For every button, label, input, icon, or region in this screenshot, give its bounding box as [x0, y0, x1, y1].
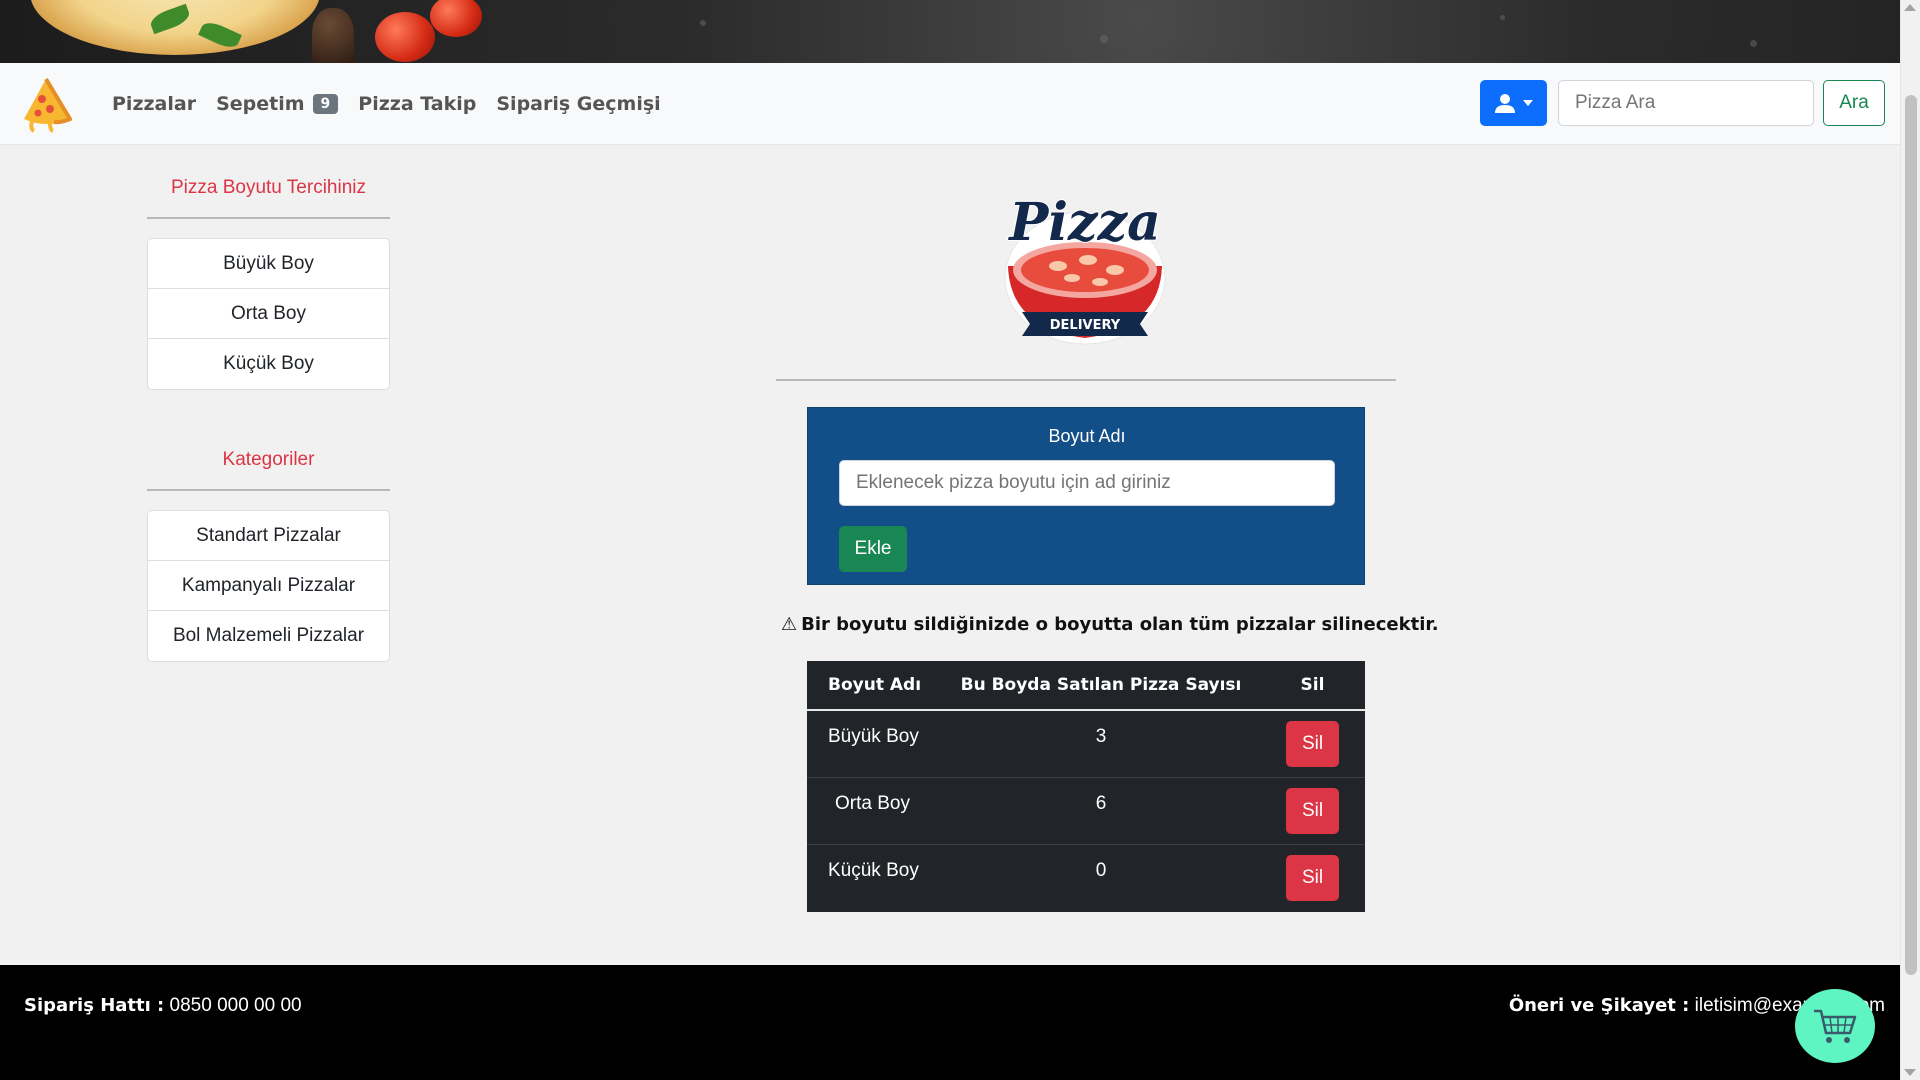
column-header-delete: Sil — [1300, 675, 1325, 695]
size-item-kucuk[interactable]: Küçük Boy — [148, 339, 389, 389]
hero-banner — [0, 0, 1900, 63]
page-scrollbar[interactable] — [1900, 0, 1920, 1080]
nav-link-pizzalar[interactable]: Pizzalar — [112, 93, 196, 115]
category-section: Kategoriler Standart Pizzalar Kampanyalı… — [147, 417, 390, 662]
footer: Sipariş Hattı : 0850 000 00 00 Öneri ve … — [0, 965, 1900, 1080]
delete-button[interactable]: Sil — [1286, 855, 1339, 901]
add-size-form: Boyut Adı Ekle — [807, 407, 1365, 585]
order-line: Sipariş Hattı : 0850 000 00 00 — [24, 995, 302, 1017]
order-line-phone: 0850 000 00 00 — [169, 995, 302, 1016]
pizza-slice-icon[interactable] — [20, 75, 73, 133]
size-section-title: Pizza Boyutu Tercihiniz — [147, 145, 390, 219]
order-line-label: Sipariş Hattı : — [24, 995, 165, 1016]
table-row: Orta Boy 6 Sil — [807, 778, 1365, 845]
nav-link-sepetim[interactable]: Sepetim 9 — [216, 93, 339, 115]
nav-link-label: Pizza Takip — [358, 93, 477, 115]
size-name-cell: Küçük Boy — [828, 860, 919, 881]
delete-button[interactable]: Sil — [1286, 788, 1339, 834]
user-icon — [1494, 94, 1515, 113]
sold-count-cell: 0 — [1095, 860, 1107, 881]
table-row: Küçük Boy 0 Sil — [807, 845, 1365, 912]
category-item-kampanyali[interactable]: Kampanyalı Pizzalar — [148, 561, 389, 611]
add-size-button[interactable]: Ekle — [839, 526, 907, 572]
section-divider — [776, 379, 1396, 381]
delete-button[interactable]: Sil — [1286, 721, 1339, 767]
pizza-delivery-logo: Pizza DELIVERY — [1000, 178, 1170, 348]
category-section-title: Kategoriler — [147, 417, 390, 491]
size-name-label: Boyut Adı — [1048, 426, 1126, 446]
size-name-input[interactable] — [839, 460, 1335, 506]
warning-text: Bir boyutu sildiğinizde o boyutta olan t… — [801, 614, 1439, 635]
nav-link-pizza-takip[interactable]: Pizza Takip — [358, 93, 476, 115]
nav-link-siparis-gecmisi[interactable]: Sipariş Geçmişi — [496, 93, 660, 115]
user-dropdown-button[interactable] — [1480, 80, 1547, 126]
sizes-table: Boyut Adı Bu Boyda Satılan Pizza Sayısı … — [807, 661, 1365, 912]
floating-cart-button[interactable] — [1795, 989, 1875, 1063]
sold-count-cell: 6 — [1095, 793, 1107, 814]
table-header: Boyut Adı Bu Boyda Satılan Pizza Sayısı … — [807, 661, 1365, 711]
delete-warning: ⚠ Bir boyutu sildiğinizde o boyutta olan … — [781, 614, 1439, 635]
size-item-orta[interactable]: Orta Boy — [148, 289, 389, 339]
logo-title: Pizza — [1007, 192, 1161, 253]
chevron-down-icon — [1522, 100, 1533, 106]
size-name-cell: Orta Boy — [835, 793, 910, 814]
nav-links: Pizzalar Sepetim 9 Pizza Takip Sipariş Ge… — [112, 63, 661, 145]
category-item-bol-malzemeli[interactable]: Bol Malzemeli Pizzalar — [148, 611, 389, 661]
column-header-count: Bu Boyda Satılan Pizza Sayısı — [960, 675, 1242, 695]
column-header-name: Boyut Adı — [828, 675, 922, 695]
nav-link-label: Sepetim — [216, 93, 305, 115]
size-list: Büyük Boy Orta Boy Küçük Boy — [147, 238, 390, 390]
hero-tomato-image — [375, 12, 435, 62]
sold-count-cell: 3 — [1095, 726, 1107, 747]
feedback-label: Öneri ve Şikayet : — [1508, 995, 1690, 1016]
search-button[interactable]: Ara — [1823, 80, 1885, 126]
hero-tomato-image — [430, 0, 482, 37]
logo-subtitle: DELIVERY — [1050, 318, 1121, 333]
category-list: Standart Pizzalar Kampanyalı Pizzalar Bo… — [147, 510, 390, 662]
sidebar: Pizza Boyutu Tercihiniz Büyük Boy Orta B… — [147, 145, 390, 662]
table-row: Büyük Boy 3 Sil — [807, 711, 1365, 778]
warning-icon: ⚠ — [781, 614, 798, 635]
hero-bottle-image — [312, 8, 354, 63]
cart-count-badge: 9 — [312, 94, 339, 114]
navbar: Pizzalar Sepetim 9 Pizza Takip Sipariş Ge… — [0, 63, 1900, 145]
nav-link-label: Sipariş Geçmişi — [496, 93, 661, 115]
scroll-up-arrow-icon[interactable] — [1904, 4, 1916, 11]
scrollbar-thumb[interactable] — [1905, 95, 1917, 975]
category-item-standart[interactable]: Standart Pizzalar — [148, 511, 389, 561]
size-name-cell: Büyük Boy — [828, 726, 919, 747]
search-input[interactable] — [1558, 80, 1814, 126]
scroll-down-arrow-icon[interactable] — [1904, 1069, 1916, 1076]
shopping-cart-icon — [1814, 1009, 1857, 1043]
size-item-buyuk[interactable]: Büyük Boy — [148, 239, 389, 289]
nav-link-label: Pizzalar — [112, 93, 197, 115]
